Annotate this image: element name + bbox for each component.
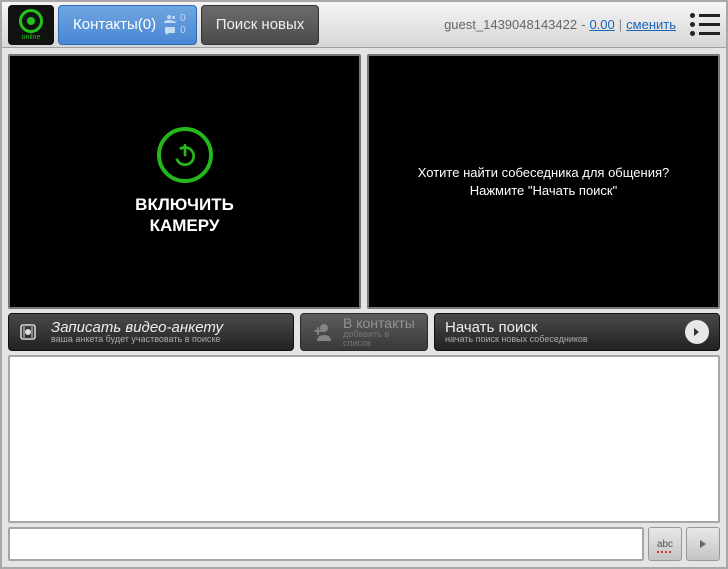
contacts-label: Контакты(0) [73, 16, 156, 33]
record-profile-button[interactable]: Записать видео-анкету ваша анкета будет … [8, 313, 294, 351]
menu-icon[interactable] [690, 12, 720, 38]
balance-link[interactable]: 0.00 [589, 17, 614, 32]
send-button[interactable] [686, 527, 720, 561]
app-root: online Контакты(0) 0 0 Поиск новых guest… [0, 0, 728, 569]
input-bar: abc [2, 527, 726, 567]
start-search-sub: начать поиск новых собеседников [445, 335, 588, 344]
video-row: ВКЛЮЧИТЬ КАМЕРУ Хотите найти собеседника… [2, 48, 726, 313]
logo-status-label: online [22, 34, 41, 41]
start-search-button[interactable]: Начать поиск начать поиск новых собеседн… [434, 313, 720, 351]
username-label: guest_1439048143422 [444, 17, 577, 32]
people-icon [164, 14, 176, 24]
video-record-icon [19, 320, 43, 344]
contacts-button[interactable]: Контакты(0) 0 0 [58, 5, 197, 45]
find-new-label: Поиск новых [216, 16, 305, 33]
remote-video-panel: Хотите найти собеседника для общения? На… [367, 54, 720, 309]
header-bar: online Контакты(0) 0 0 Поиск новых guest… [2, 2, 726, 48]
actions-row: Записать видео-анкету ваша анкета будет … [2, 313, 726, 355]
local-video-panel: ВКЛЮЧИТЬ КАМЕРУ [8, 54, 361, 309]
eye-icon [19, 9, 43, 33]
chat-icon [164, 26, 176, 36]
chat-log[interactable] [8, 355, 720, 523]
spellcheck-button[interactable]: abc [648, 527, 682, 561]
record-profile-sub: ваша анкета будет участвовать в поиске [51, 335, 223, 344]
add-to-contacts-button: В контакты добавить в список [300, 313, 428, 351]
enable-camera-label: ВКЛЮЧИТЬ КАМЕРУ [135, 195, 234, 236]
messages-count: 0 [180, 25, 186, 36]
arrow-right-icon [685, 320, 709, 344]
send-arrow-icon [696, 537, 710, 551]
message-input[interactable] [8, 527, 644, 561]
start-search-title: Начать поиск [445, 320, 588, 335]
user-block: guest_1439048143422 - 0.00 | сменить [444, 17, 676, 32]
add-contact-sub: добавить в список [343, 330, 417, 348]
enable-camera-button[interactable] [157, 127, 213, 183]
contacts-count: 0 [180, 13, 186, 24]
add-contact-title: В контакты [343, 316, 417, 330]
find-new-button[interactable]: Поиск новых [201, 5, 320, 45]
add-person-icon [311, 320, 335, 344]
logo[interactable]: online [8, 5, 54, 45]
change-account-link[interactable]: сменить [626, 17, 676, 32]
record-profile-title: Записать видео-анкету [51, 320, 223, 335]
contacts-stats: 0 0 [164, 13, 186, 36]
search-prompt-text: Хотите найти собеседника для общения? На… [418, 164, 670, 199]
power-icon [172, 142, 198, 168]
